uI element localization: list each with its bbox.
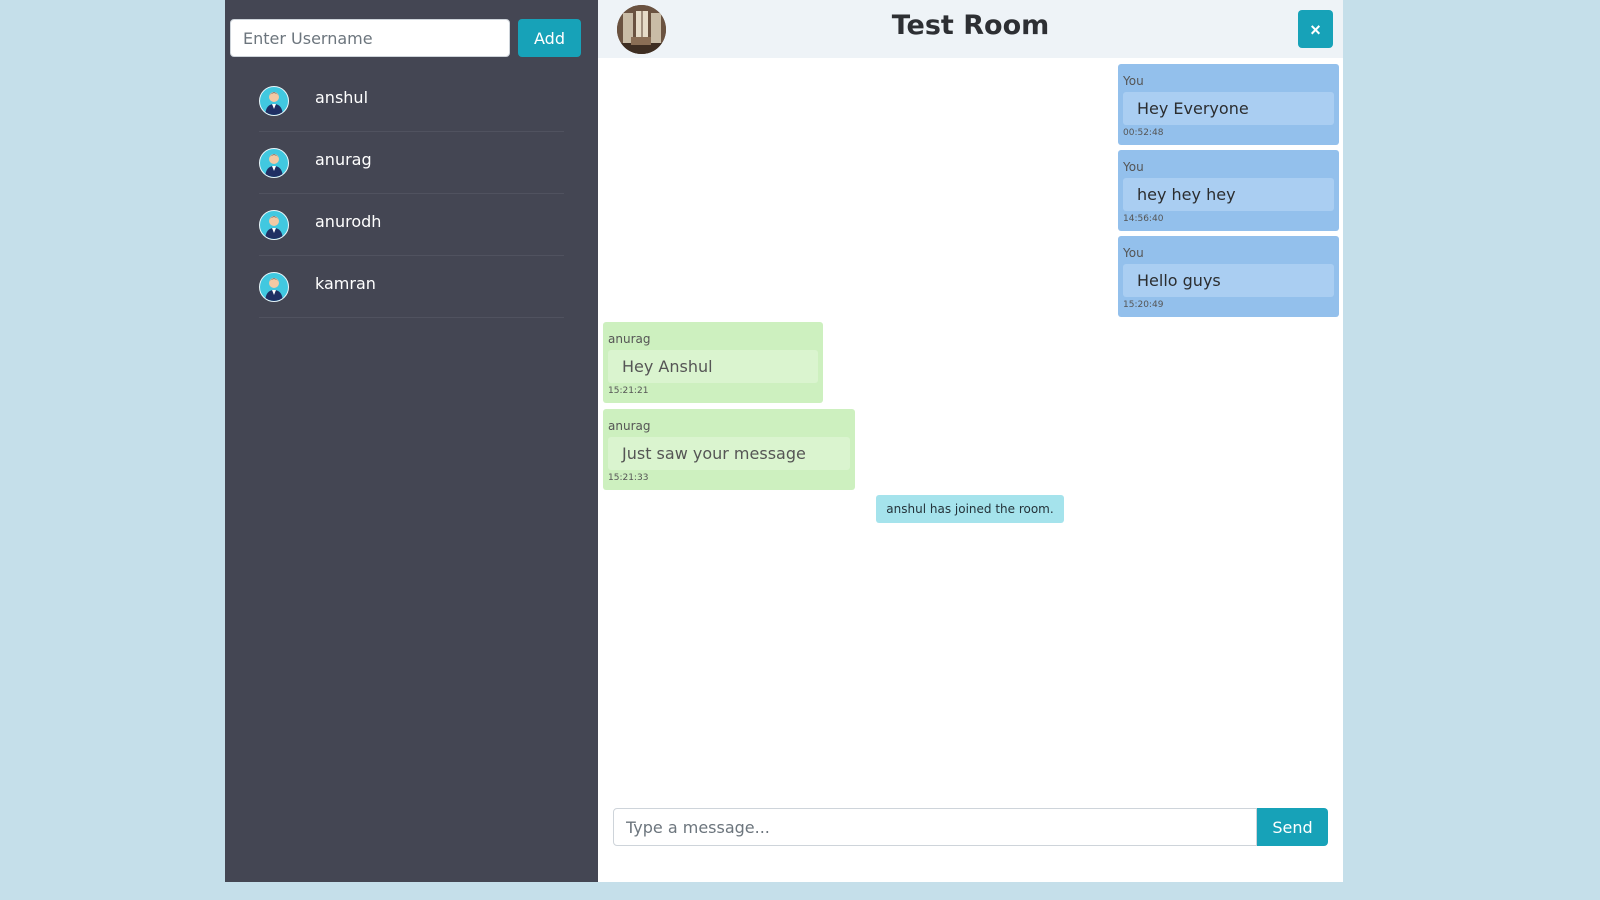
message-bubble-other: anurag Hey Anshul 15:21:21: [603, 322, 823, 403]
message-timestamp: 15:20:49: [1123, 300, 1164, 310]
message-text: Hey Anshul: [608, 350, 818, 383]
message-text: Hey Everyone: [1123, 92, 1334, 125]
message-text: Just saw your message: [608, 437, 850, 470]
user-name: kamran: [315, 274, 376, 293]
user-avatar-icon: [259, 86, 289, 116]
message-text: Hello guys: [1123, 264, 1334, 297]
user-avatar-icon: [259, 148, 289, 178]
message-sender: You: [1123, 74, 1144, 88]
close-button[interactable]: ×: [1298, 10, 1333, 48]
chat-header: Test Room ×: [598, 0, 1343, 58]
message-sender: anurag: [608, 419, 651, 433]
user-name: anurodh: [315, 212, 382, 231]
message-bubble-other: anurag Just saw your message 15:21:33: [603, 409, 855, 490]
chat-panel: Test Room × You Hey Everyone 00:52:48 Yo…: [598, 0, 1343, 882]
user-list-item-anshul[interactable]: anshul: [259, 70, 564, 132]
message-timestamp: 00:52:48: [1123, 128, 1164, 138]
username-input[interactable]: [230, 19, 510, 57]
user-name: anurag: [315, 150, 372, 169]
user-name: anshul: [315, 88, 369, 107]
message-sender: anurag: [608, 332, 651, 346]
send-button[interactable]: Send: [1257, 808, 1328, 846]
message-sender: You: [1123, 246, 1144, 260]
message-input[interactable]: [613, 808, 1257, 846]
add-user-form: Add: [230, 19, 581, 57]
message-timestamp: 15:21:33: [608, 473, 649, 483]
message-timestamp: 14:56:40: [1123, 214, 1164, 224]
user-list-item-anurag[interactable]: anurag: [259, 132, 564, 194]
message-bubble-own: You hey hey hey 14:56:40: [1118, 150, 1339, 231]
message-composer: Send: [613, 808, 1328, 846]
user-list-item-anurodh[interactable]: anurodh: [259, 194, 564, 256]
user-list-item-kamran[interactable]: kamran: [259, 256, 564, 318]
chat-app: Add anshul anurag anurodh: [225, 0, 1343, 882]
message-sender: You: [1123, 160, 1144, 174]
user-avatar-icon: [259, 272, 289, 302]
message-bubble-own: You Hey Everyone 00:52:48: [1118, 64, 1339, 145]
user-avatar-icon: [259, 210, 289, 240]
sidebar: Add anshul anurag anurodh: [225, 0, 598, 882]
add-user-button[interactable]: Add: [518, 19, 581, 57]
message-text: hey hey hey: [1123, 178, 1334, 211]
message-bubble-own: You Hello guys 15:20:49: [1118, 236, 1339, 317]
user-list: anshul anurag anurodh kamran: [259, 70, 564, 318]
message-timestamp: 15:21:21: [608, 386, 649, 396]
system-notice: anshul has joined the room.: [876, 495, 1064, 523]
room-title: Test Room: [891, 10, 1050, 41]
